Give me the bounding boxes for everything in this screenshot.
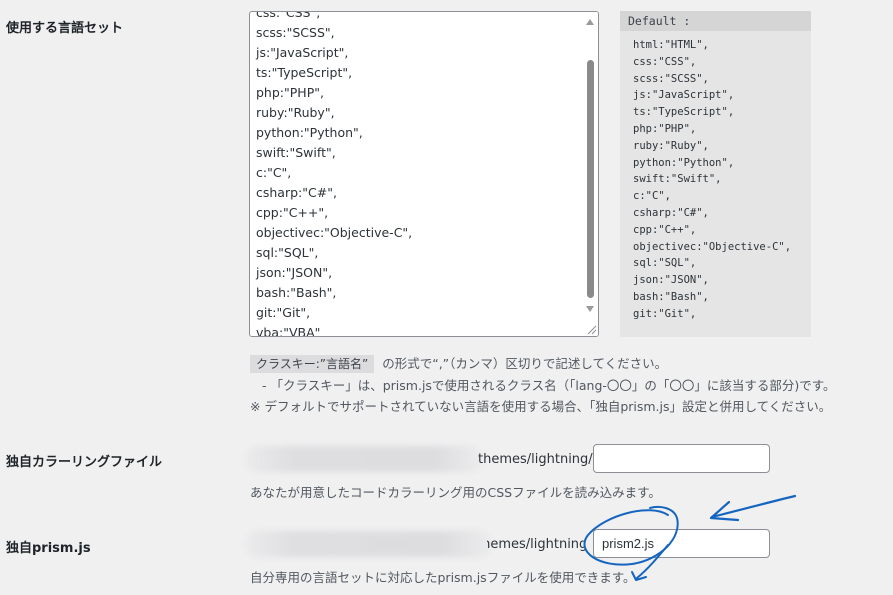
textarea-line: vba:"VBA" <box>256 325 321 337</box>
default-line: json:"JSON", <box>633 274 709 287</box>
textarea-line: c:"C", <box>256 165 292 180</box>
format-text: の形式で“,”（カンマ）区切りで記述してください。 <box>382 356 668 371</box>
textarea-line: git:"Git", <box>256 305 311 320</box>
textarea-line: cpp:"C++", <box>256 205 329 220</box>
textarea-line: js:"JavaScript", <box>256 45 349 60</box>
default-line: js:"JavaScript", <box>633 89 735 102</box>
default-line: swift:"Swift", <box>633 173 722 186</box>
annotation-arrow-head <box>709 500 740 522</box>
language-set-text[interactable]: css:"CSS", scss:"SCSS", js:"JavaScript", ts… <box>256 11 413 337</box>
prism-note: ※ デフォルトでサポートされていない言語を使用する場合、「独自prism.js」… <box>250 399 832 414</box>
format-description: クラスキー:”言語名” の形式で“,”（カンマ）区切りで記述してください。 <box>250 353 668 373</box>
prism-input[interactable] <box>593 529 770 558</box>
textarea-line: objectivec:"Objective-C", <box>256 225 413 240</box>
format-code: クラスキー:”言語名” <box>250 355 375 373</box>
default-line: c:"C", <box>633 190 671 203</box>
textarea-scrollbar[interactable] <box>582 12 598 336</box>
textarea-line: json:"JSON", <box>256 265 333 280</box>
textarea-line: bash:"Bash", <box>256 285 337 300</box>
default-line: csharp:"C#", <box>633 206 709 219</box>
default-line: bash:"Bash", <box>633 290 709 303</box>
textarea-line: ts:"TypeScript", <box>256 65 353 80</box>
default-title: Default : <box>620 11 811 31</box>
textarea-line: php:"PHP", <box>256 85 324 100</box>
language-set-label: 使用する言語セット <box>6 21 124 36</box>
default-line: php:"PHP", <box>633 122 697 135</box>
default-line: ruby:"Ruby", <box>633 139 709 152</box>
default-line: git:"Git", <box>633 307 697 320</box>
textarea-line: css:"CSS", <box>256 11 321 20</box>
default-line: ts:"TypeScript", <box>633 106 735 119</box>
textarea-line: scss:"SCSS", <box>256 25 335 40</box>
scroll-thumb[interactable] <box>587 60 594 298</box>
language-set-textarea[interactable]: css:"CSS", scss:"SCSS", js:"JavaScript", ts… <box>249 11 599 337</box>
default-line: cpp:"C++", <box>633 223 697 236</box>
blurred-path <box>245 446 483 472</box>
textarea-line: sql:"SQL", <box>256 245 319 260</box>
prism-path-clip: themes/lightning/ <box>487 537 585 555</box>
scroll-down-arrow-icon[interactable] <box>586 306 594 312</box>
textarea-line: csharp:"C#", <box>256 185 337 200</box>
annotation-arrow-line <box>710 494 797 519</box>
color-file-path: themes/lightning/ <box>478 452 593 467</box>
color-file-description: あなたが用意したコードカラーリング用のCSSファイルを読み込みます。 <box>250 485 661 500</box>
textarea-line: python:"Python", <box>256 125 363 140</box>
default-line: scss:"SCSS", <box>633 72 709 85</box>
default-line: css:"CSS", <box>633 55 697 68</box>
default-line: html:"HTML", <box>633 39 709 51</box>
blurred-path <box>245 531 493 557</box>
resize-grip-icon[interactable] <box>585 323 597 335</box>
default-line: sql:"SQL", <box>633 257 697 270</box>
textarea-line: ruby:"Ruby", <box>256 105 335 120</box>
default-line: objectivec:"Objective-C", <box>633 240 792 253</box>
textarea-line: swift:"Swift", <box>256 145 336 160</box>
prism-path: themes/lightning/ <box>487 537 585 552</box>
prism-description: 自分専用の言語セットに対応したprism.jsファイルを使用できます。 <box>250 570 636 585</box>
scroll-up-arrow-icon[interactable] <box>586 19 594 25</box>
class-key-note: - 「クラスキー」は、prism.jsで使用されるクラス名（「lang-〇〇」の… <box>262 378 836 393</box>
color-file-input[interactable] <box>593 444 770 473</box>
color-file-label: 独自カラーリングファイル <box>6 455 163 470</box>
prism-label: 独自prism.js <box>6 541 91 556</box>
default-line: python:"Python", <box>633 156 735 169</box>
default-language-list: html:"HTML", css:"CSS", scss:"SCSS", js:"Ja… <box>620 31 811 323</box>
default-language-panel: Default : html:"HTML", css:"CSS", scss:"SC… <box>620 11 811 337</box>
